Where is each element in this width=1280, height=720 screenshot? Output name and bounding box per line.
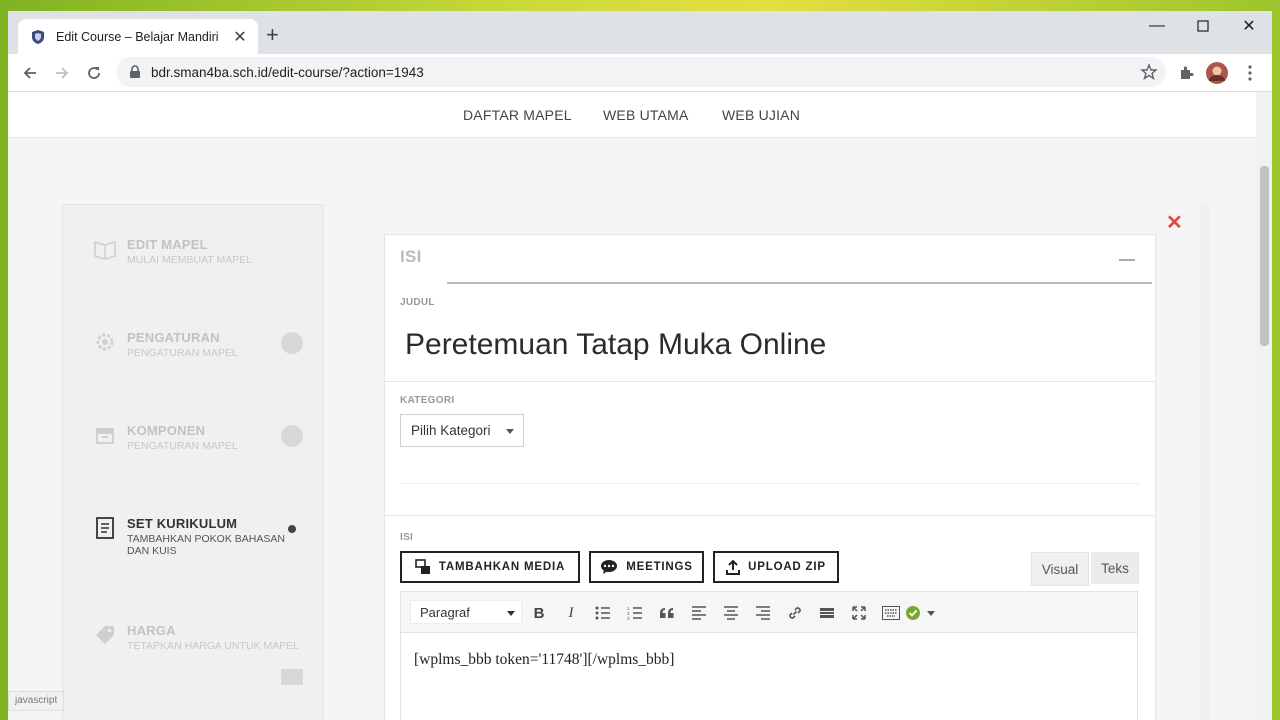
fullscreen-icon[interactable] (847, 602, 871, 624)
course-steps-sidebar: EDIT MAPEL MULAI MEMBUAT MAPEL PENGATURA… (62, 204, 324, 720)
page-content: DAFTAR MAPEL WEB UTAMA WEB UJIAN EDIT MA… (8, 92, 1272, 720)
back-icon[interactable] (17, 60, 43, 86)
chevron-down-icon (507, 611, 515, 616)
upload-icon (726, 559, 741, 575)
window-close-icon[interactable]: ✕ (1226, 11, 1272, 41)
school-crest-icon (32, 29, 44, 44)
content-editor-card: ISI JUDUL Peretemuan Tatap Muka Online K… (384, 234, 1156, 720)
judul-label: JUDUL (400, 297, 435, 308)
section-heading: ISI (400, 247, 422, 266)
step-indicator (281, 332, 303, 354)
reload-icon[interactable] (81, 60, 107, 86)
panel-scrollbar[interactable] (1200, 204, 1210, 720)
media-icon (415, 559, 430, 574)
browser-toolbar: bdr.sman4ba.sch.id/edit-course/?action=1… (8, 54, 1272, 92)
nav-web-utama[interactable]: WEB UTAMA (603, 107, 689, 123)
editor-content-area[interactable]: [wplms_bbb token='11748'][/wplms_bbb] (400, 633, 1138, 720)
close-icon[interactable]: ✕ (1166, 210, 1183, 235)
grammar-check-icon[interactable] (904, 602, 940, 624)
browser-tab[interactable]: Edit Course – Belajar Mandiri ✕ (18, 19, 258, 54)
isi-label: ISI (400, 532, 414, 543)
archive-box-icon (96, 428, 114, 444)
nav-daftar-mapel[interactable]: DAFTAR MAPEL (463, 107, 572, 123)
kategori-label: KATEGORI (400, 395, 455, 406)
tab-strip: Edit Course – Belajar Mandiri ✕ + — ✕ (8, 11, 1272, 54)
course-unit-title[interactable]: Peretemuan Tatap Muka Online (405, 328, 826, 362)
keyboard-icon[interactable] (879, 602, 903, 624)
maximize-icon[interactable] (1180, 11, 1226, 41)
add-media-button[interactable]: TAMBAHKAN MEDIA (400, 551, 580, 583)
kategori-select[interactable]: Pilih Kategori (400, 414, 524, 447)
editor-text: [wplms_bbb token='11748'][/wplms_bbb] (414, 651, 675, 668)
numbered-list-icon[interactable]: 123 (623, 602, 647, 624)
page-scrollbar[interactable] (1256, 92, 1272, 720)
divider (385, 381, 1155, 382)
align-center-icon[interactable] (719, 602, 743, 624)
scrollbar-thumb[interactable] (1260, 166, 1269, 346)
collapse-icon[interactable] (1119, 259, 1135, 261)
meetings-button[interactable]: MEETINGS (589, 551, 704, 583)
align-left-icon[interactable] (687, 602, 711, 624)
price-tag-icon (96, 626, 114, 644)
extensions-icon[interactable] (1175, 62, 1197, 84)
bold-icon[interactable]: B (527, 602, 551, 624)
nav-web-ujian[interactable]: WEB UJIAN (722, 107, 800, 123)
browser-menu-icon[interactable] (1239, 62, 1261, 84)
bullet-list-icon[interactable] (591, 602, 615, 624)
tab-visual[interactable]: Visual (1031, 552, 1089, 586)
align-right-icon[interactable] (751, 602, 775, 624)
top-navigation: DAFTAR MAPEL WEB UTAMA WEB UJIAN (8, 92, 1256, 138)
tab-close-icon[interactable]: ✕ (228, 27, 252, 47)
forward-icon[interactable] (49, 60, 75, 86)
step-indicator (281, 425, 303, 447)
step-indicator (281, 669, 303, 685)
url-text: bdr.sman4ba.sch.id/edit-course/?action=1… (151, 64, 424, 80)
divider (400, 483, 1140, 484)
active-step-indicator (288, 525, 296, 533)
chevron-down-icon (506, 429, 514, 434)
chat-bubble-icon (601, 560, 618, 574)
profile-avatar[interactable] (1206, 62, 1228, 84)
svg-text:3: 3 (627, 616, 630, 620)
link-icon[interactable] (783, 602, 807, 624)
read-more-icon[interactable] (815, 602, 839, 624)
book-icon (94, 240, 116, 260)
new-tab-icon[interactable]: + (266, 24, 279, 46)
address-bar[interactable]: bdr.sman4ba.sch.id/edit-course/?action=1… (116, 57, 1166, 87)
divider (385, 515, 1155, 516)
paragraph-format-select[interactable]: Paragraf (410, 600, 522, 624)
document-list-icon (96, 517, 114, 539)
italic-icon[interactable]: I (559, 602, 583, 624)
tab-title: Edit Course – Belajar Mandiri (56, 29, 219, 44)
blockquote-icon[interactable] (655, 602, 679, 624)
minimize-icon[interactable]: — (1134, 11, 1180, 41)
status-bar: javascript (8, 691, 65, 711)
lock-icon (130, 65, 140, 78)
bookmark-star-icon[interactable] (1140, 63, 1158, 81)
gear-icon (96, 333, 114, 351)
editor-toolbar: Paragraf B I 123 (400, 591, 1138, 633)
divider (447, 282, 1152, 284)
upload-zip-button[interactable]: UPLOAD ZIP (713, 551, 839, 583)
tab-teks[interactable]: Teks (1091, 552, 1139, 584)
browser-window: Edit Course – Belajar Mandiri ✕ + — ✕ bd… (8, 11, 1272, 720)
